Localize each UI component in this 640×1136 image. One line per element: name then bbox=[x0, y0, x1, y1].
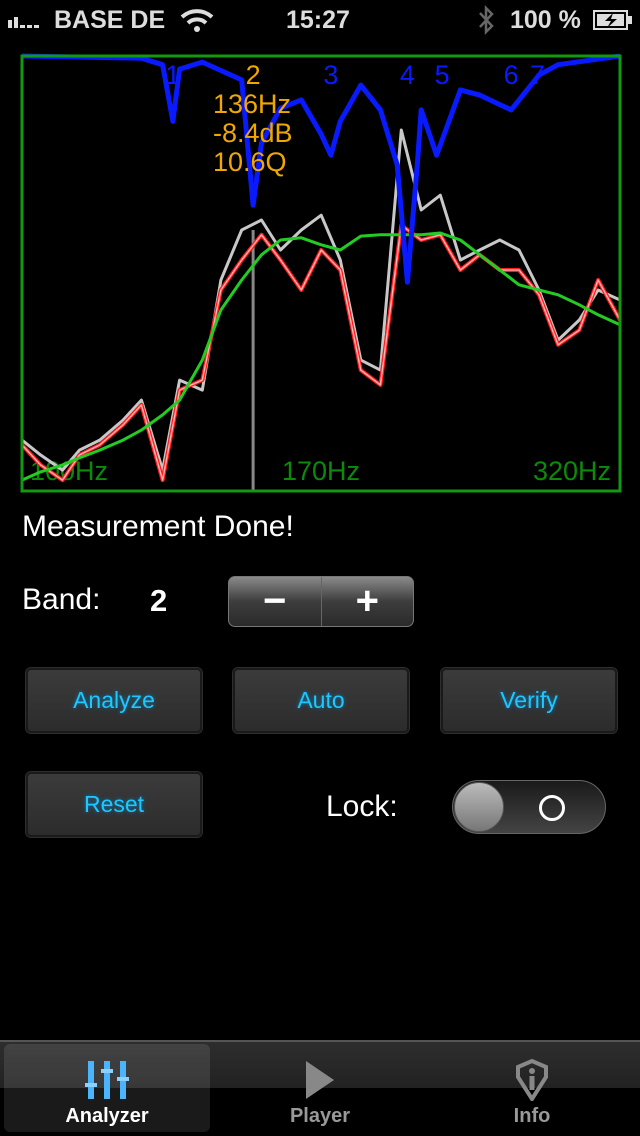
x-tick-label: 320Hz bbox=[533, 456, 611, 486]
band-label-1: 1 bbox=[165, 60, 180, 90]
wifi-icon bbox=[180, 9, 214, 32]
selected-band-info: 136Hz bbox=[213, 89, 291, 119]
status-bar: BASE DE 15:27 100 % bbox=[0, 0, 640, 40]
band-label-4: 4 bbox=[400, 60, 415, 90]
tab-player[interactable]: Player bbox=[217, 1044, 423, 1132]
band-value: 2 bbox=[150, 583, 168, 618]
band-label-7: 7 bbox=[530, 60, 545, 90]
band-increment-button[interactable]: + bbox=[320, 577, 414, 626]
auto-button[interactable]: Auto bbox=[233, 668, 409, 733]
x-tick-label: 170Hz bbox=[282, 456, 360, 486]
tab-label: Info bbox=[513, 1105, 551, 1127]
bluetooth-icon bbox=[479, 4, 494, 36]
band-label-5: 5 bbox=[435, 60, 450, 90]
tab-analyzer[interactable]: Analyzer bbox=[4, 1044, 210, 1132]
info-shield-icon bbox=[516, 1059, 548, 1101]
lock-toggle[interactable] bbox=[452, 780, 606, 834]
analyze-button[interactable]: Analyze bbox=[26, 668, 202, 733]
selected-band-info: -8.4dB bbox=[213, 118, 293, 148]
band-stepper[interactable]: − + bbox=[228, 576, 414, 627]
toggle-knob[interactable] bbox=[454, 782, 504, 832]
reset-button[interactable]: Reset bbox=[26, 772, 202, 837]
band-label-6: 6 bbox=[504, 60, 519, 90]
frequency-response-chart[interactable]: 100Hz 170Hz 320Hz1 2 3 4 5 6 7136Hz-8.4dB10.6Q bbox=[0, 40, 640, 500]
play-icon bbox=[306, 1061, 334, 1099]
band-label: Band: bbox=[22, 583, 101, 616]
chart-background bbox=[0, 40, 640, 500]
carrier: BASE DE bbox=[54, 6, 166, 34]
clock: 15:27 bbox=[286, 6, 350, 34]
battery-charging-icon bbox=[593, 10, 632, 30]
battery-percent: 100 % bbox=[510, 6, 581, 34]
band-label-2: 2 bbox=[246, 60, 261, 90]
tab-label: Player bbox=[289, 1105, 351, 1127]
verify-button[interactable]: Verify bbox=[441, 668, 617, 733]
lock-label: Lock: bbox=[326, 790, 398, 823]
tab-bar: Analyzer Player Info bbox=[0, 1040, 640, 1136]
status-message: Measurement Done! bbox=[22, 510, 294, 543]
band-decrement-button[interactable]: − bbox=[229, 577, 321, 626]
equalizer-icon bbox=[85, 1061, 129, 1099]
selected-band-info: 10.6Q bbox=[213, 147, 287, 177]
off-indicator-icon bbox=[539, 795, 565, 821]
tab-info[interactable]: Info bbox=[429, 1044, 635, 1132]
signal-icon bbox=[8, 17, 39, 28]
tab-label: Analyzer bbox=[65, 1105, 149, 1127]
band-label-3: 3 bbox=[323, 60, 338, 90]
